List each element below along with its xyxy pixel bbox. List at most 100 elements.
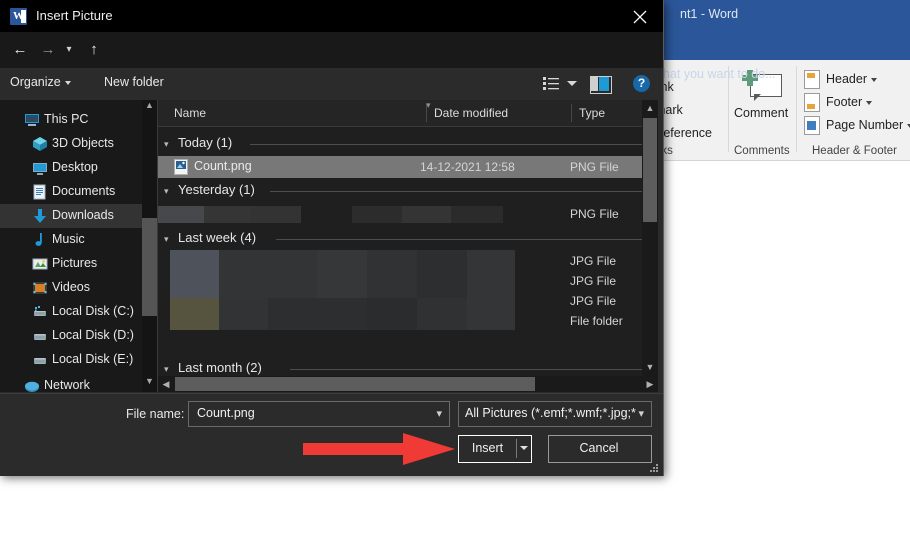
new-folder-button[interactable]: New folder: [104, 75, 164, 89]
this-pc-icon: [24, 112, 40, 128]
scroll-down-icon[interactable]: ▼: [142, 376, 157, 392]
ribbon-item-page-number[interactable]: Page Number: [826, 118, 910, 132]
sidebar-item-3d-objects[interactable]: 3D Objects: [0, 132, 142, 156]
scroll-up-icon[interactable]: ▲: [642, 100, 658, 117]
ribbon-item-footer[interactable]: Footer: [826, 95, 872, 109]
sidebar-item-documents[interactable]: Documents: [0, 180, 142, 204]
group-header-label: Last week (4): [178, 230, 256, 245]
group-divider-line: [276, 239, 642, 240]
group-header-today[interactable]: ▾ Today (1): [158, 133, 642, 155]
pictures-icon: [32, 256, 48, 272]
scrollbar-thumb[interactable]: [643, 118, 657, 222]
table-row[interactable]: Count.png 14-12-2021 12:58 PNG File: [158, 156, 642, 178]
redacted-block: [268, 298, 367, 330]
sidebar-item-desktop[interactable]: Desktop: [0, 156, 142, 180]
insert-button[interactable]: Insert: [458, 435, 532, 463]
chevron-down-icon[interactable]: [65, 81, 71, 85]
group-divider-line: [250, 144, 642, 145]
redacted-block: [367, 250, 417, 298]
file-type: JPG File: [570, 274, 616, 288]
sidebar-item-downloads[interactable]: Downloads: [0, 204, 142, 228]
group-header-yesterday[interactable]: ▾ Yesterday (1): [158, 180, 642, 202]
chevron-down-icon[interactable]: ▾: [436, 407, 442, 420]
sidebar-item-music[interactable]: Music: [0, 228, 142, 252]
preview-pane-icon[interactable]: [590, 76, 612, 94]
scroll-up-icon[interactable]: ▲: [142, 100, 157, 116]
sidebar-item-local-disk-d[interactable]: Local Disk (D:): [0, 324, 142, 348]
footer-icon: [804, 93, 820, 112]
sidebar-item-label: Desktop: [52, 160, 98, 174]
scrollbar-thumb[interactable]: [142, 218, 157, 316]
redacted-block: [367, 298, 417, 330]
sidebar-item-label: Local Disk (D:): [52, 328, 134, 342]
view-list-icon[interactable]: [543, 77, 559, 91]
videos-icon: [32, 280, 48, 296]
file-type-select[interactable]: All Pictures (*.emf;*.wmf;*.jpg;* ▾: [458, 401, 652, 427]
sidebar-item-network[interactable]: Network: [0, 374, 142, 392]
tell-me-input[interactable]: hat you want to do...: [663, 67, 776, 81]
organize-button[interactable]: Organize: [10, 75, 71, 89]
arrow-right-icon[interactable]: →: [36, 38, 60, 62]
file-list-scrollbar-vertical[interactable]: ▲ ▼: [642, 100, 658, 376]
column-header-type[interactable]: Type: [579, 106, 605, 120]
arrow-left-icon[interactable]: ←: [8, 38, 32, 62]
ribbon-separator: [796, 66, 797, 152]
group-header-label: Yesterday (1): [178, 182, 255, 197]
table-row[interactable]: JPG File JPG File JPG File File folder: [158, 250, 642, 272]
chevron-down-icon[interactable]: [871, 78, 877, 82]
chevron-down-icon[interactable]: ▾: [164, 234, 169, 245]
dialog-title: Insert Picture: [36, 8, 113, 23]
sidebar-item-videos[interactable]: Videos: [0, 276, 142, 300]
chevron-down-icon[interactable]: ▾: [60, 38, 78, 62]
arrow-up-icon[interactable]: ↑: [82, 38, 106, 62]
cancel-button[interactable]: Cancel: [548, 435, 652, 463]
sidebar-item-pictures[interactable]: Pictures: [0, 252, 142, 276]
group-header-last-week[interactable]: ▾ Last week (4): [158, 228, 642, 250]
downloads-icon: [32, 208, 48, 224]
resize-grip-icon[interactable]: [650, 464, 659, 473]
chevron-down-icon[interactable]: [866, 101, 872, 105]
documents-icon: [32, 184, 48, 200]
dialog-footer: File name: Count.png ▾ All Pictures (*.e…: [0, 393, 663, 476]
group-header-label: Today (1): [178, 135, 232, 150]
desktop-icon: [32, 160, 48, 176]
help-icon[interactable]: ?: [633, 75, 650, 92]
chevron-down-icon[interactable]: ▾: [638, 407, 644, 420]
column-header-date-modified[interactable]: Date modified: [434, 106, 508, 120]
scroll-left-icon[interactable]: ◀: [158, 376, 174, 392]
sidebar-item-local-disk-e[interactable]: Local Disk (E:): [0, 348, 142, 372]
scroll-right-icon[interactable]: ▶: [642, 376, 658, 392]
chevron-down-icon[interactable]: ▾: [164, 139, 169, 150]
redacted-block: [204, 206, 251, 223]
ribbon-button-comment[interactable]: Comment: [734, 106, 788, 120]
scroll-down-icon[interactable]: ▼: [642, 359, 658, 376]
button-split-divider: [516, 439, 517, 458]
group-header-label: Last month (2): [178, 360, 262, 375]
table-row[interactable]: PNG File: [158, 203, 642, 225]
close-icon[interactable]: [617, 0, 663, 32]
redacted-block: [170, 298, 219, 330]
column-header-name[interactable]: Name: [174, 106, 206, 120]
chevron-down-icon[interactable]: ▾: [164, 186, 169, 197]
header-icon: [804, 70, 820, 89]
file-list-scrollbar-horizontal[interactable]: ◀ ▶: [158, 376, 658, 392]
ribbon-item-header[interactable]: Header: [826, 72, 877, 86]
local-disk-icon: [32, 352, 48, 368]
sidebar-item-label: This PC: [44, 112, 88, 126]
sidebar-item-local-disk-c[interactable]: Local Disk (C:): [0, 300, 142, 324]
redacted-block: [451, 206, 503, 223]
file-name-input[interactable]: Count.png ▾: [188, 401, 450, 427]
redacted-block: [219, 250, 317, 298]
scrollbar-thumb[interactable]: [175, 377, 535, 391]
insert-picture-dialog: W Insert Picture ← → ▾ ↑ › This PC › Dow…: [0, 0, 664, 476]
sidebar-item-this-pc[interactable]: This PC: [0, 108, 142, 132]
navigation-pane-scrollbar[interactable]: ▲ ▼: [142, 100, 157, 392]
chevron-down-icon[interactable]: [567, 81, 577, 86]
redacted-block: [417, 298, 467, 330]
redacted-block: [317, 250, 367, 298]
file-date-modified: 14-12-2021 12:58: [420, 160, 515, 174]
sidebar-item-label: Network: [44, 378, 90, 392]
chevron-down-icon[interactable]: ▾: [164, 364, 169, 375]
chevron-down-icon[interactable]: [520, 446, 528, 450]
column-divider[interactable]: [571, 104, 572, 122]
